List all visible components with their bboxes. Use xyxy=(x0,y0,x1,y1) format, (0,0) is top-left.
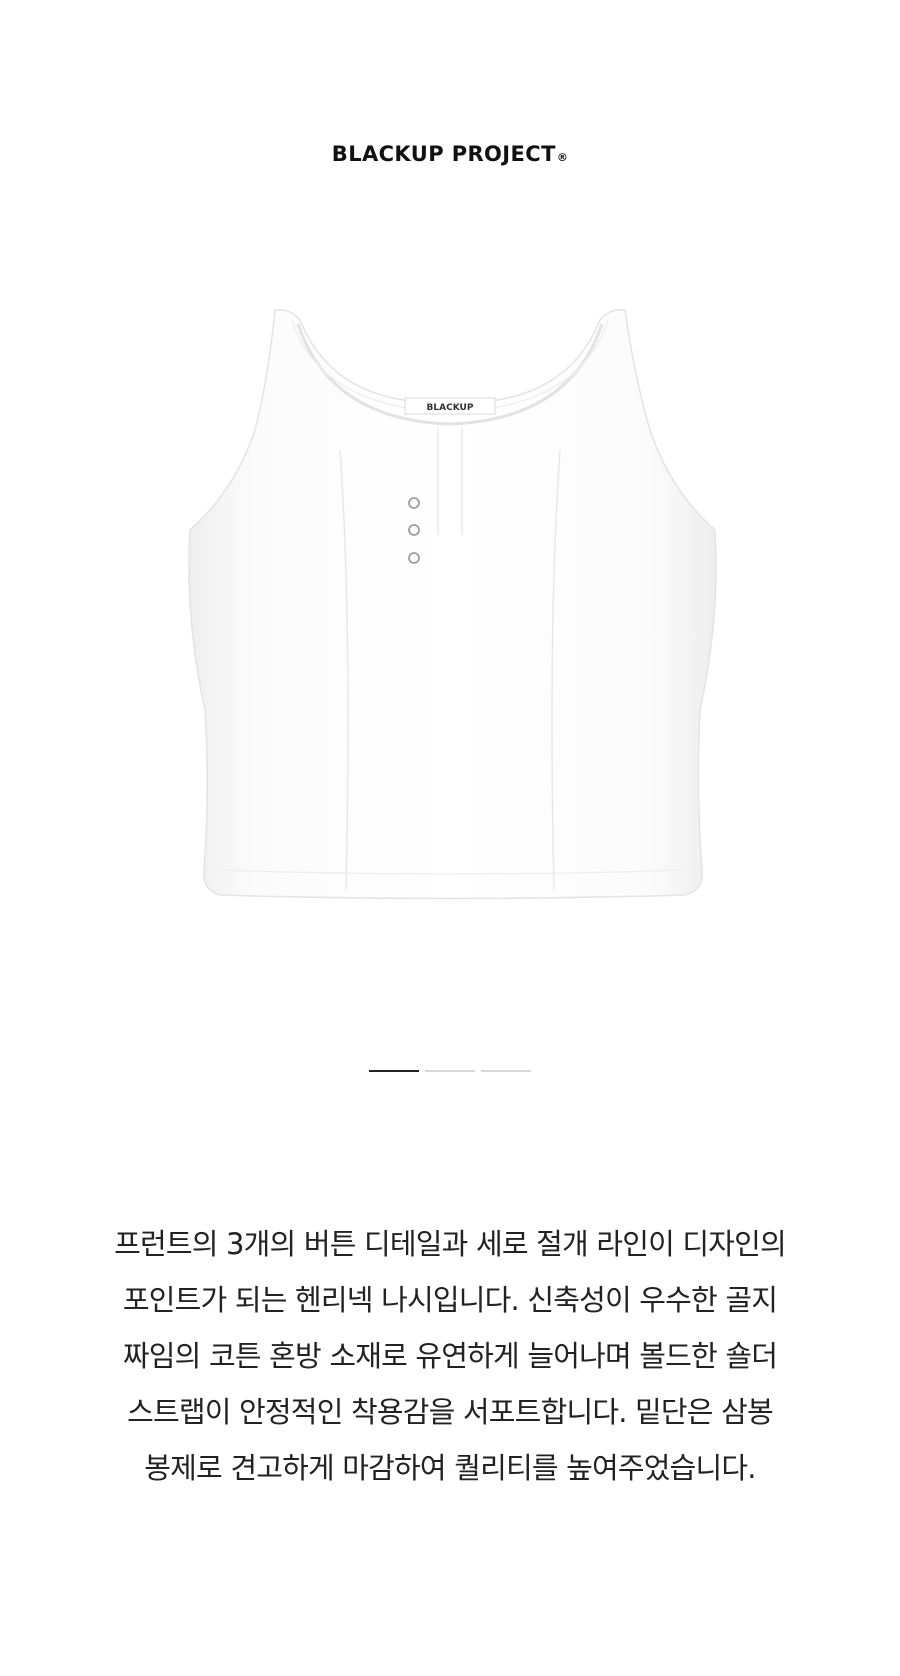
product-description: 프런트의 3개의 버튼 디테일과 세로 절개 라인이 디자인의 포인트가 되는 … xyxy=(40,1216,860,1496)
registered-mark: ® xyxy=(556,151,569,164)
description-line: 짜임의 코튼 혼방 소재로 유연하게 늘어나며 볼드한 숄더 xyxy=(122,1339,778,1373)
description-line: 프런트의 3개의 버튼 디테일과 세로 절개 라인이 디자인의 xyxy=(114,1227,787,1261)
product-image[interactable]: BLACKUP xyxy=(180,290,720,940)
brand-name: BLACKUP PROJECT xyxy=(331,142,556,166)
carousel-dot-2[interactable] xyxy=(425,1070,475,1072)
description-line: 포인트가 되는 헨리넥 나시입니다. 신축성이 우수한 골지 xyxy=(122,1283,778,1317)
brand-logo: BLACKUP PROJECT® xyxy=(0,142,900,166)
product-detail-page: BLACKUP PROJECT® BLACKUP 프런트의 3개의 버튼 디테일… xyxy=(0,0,900,1676)
carousel-dot-1[interactable] xyxy=(369,1070,419,1072)
carousel-dot-3[interactable] xyxy=(481,1070,531,1072)
neck-label-text: BLACKUP xyxy=(427,403,474,413)
carousel-pagination xyxy=(0,1070,900,1072)
description-line: 봉제로 견고하게 마감하여 퀄리티를 높여주었습니다. xyxy=(144,1451,756,1485)
description-line: 스트랩이 안정적인 착용감을 서포트합니다. 밑단은 삼봉 xyxy=(127,1395,774,1429)
